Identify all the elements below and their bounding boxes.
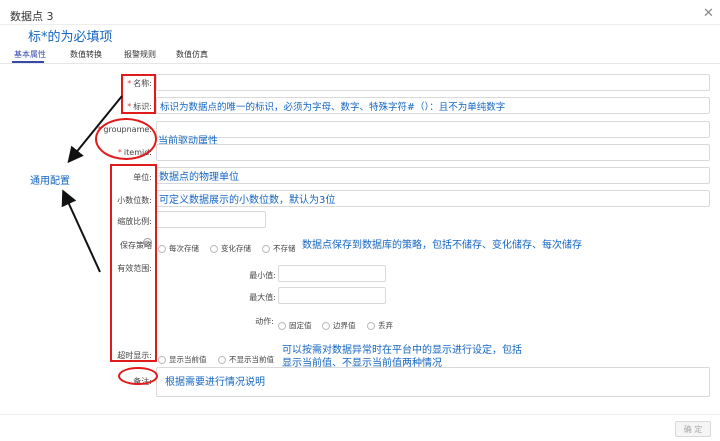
confirm-button[interactable]: 确 定 [675, 421, 711, 437]
footer-divider [0, 414, 720, 415]
annotation-arrows [61, 95, 123, 273]
arrow-to-common-config-bottom [61, 189, 101, 273]
arrow-to-common-config-top [67, 95, 123, 164]
